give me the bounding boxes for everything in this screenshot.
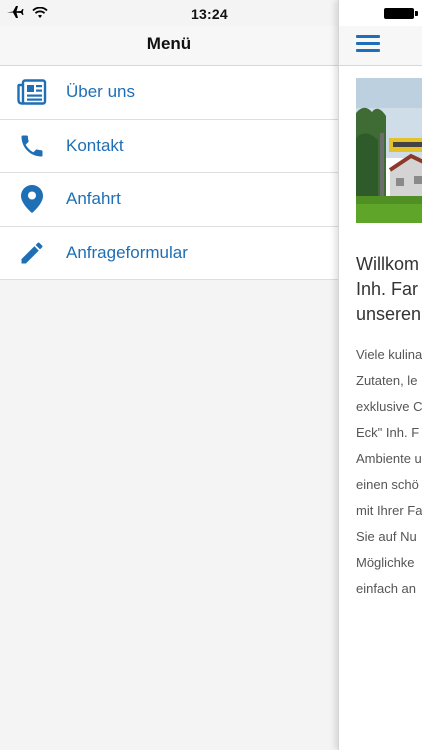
drawer-title: Menü <box>146 34 192 53</box>
menu-item-anfrageformular[interactable]: Anfrageformular <box>0 227 338 280</box>
location-pin-icon <box>16 183 48 215</box>
body-line: mit Ihrer Fa <box>356 503 422 518</box>
headline-line: Inh. Far <box>356 279 419 299</box>
body-line: einfach an <box>356 581 416 596</box>
drawer-menu: Über uns Kontakt Anfahrt Anfrageformular <box>0 66 338 280</box>
body-line: Zutaten, le <box>356 373 418 388</box>
hamburger-menu-icon[interactable] <box>356 35 380 53</box>
pencil-icon <box>16 237 48 269</box>
menu-item-label: Kontakt <box>66 135 124 155</box>
menu-item-kontakt[interactable]: Kontakt <box>0 120 338 173</box>
welcome-headline: Willkom Inh. Far unseren <box>356 252 422 327</box>
newspaper-icon <box>16 76 48 108</box>
body-line: Möglichke <box>356 555 415 570</box>
body-line: exklusive C <box>356 399 422 414</box>
airplane-icon <box>6 5 24 24</box>
menu-item-label: Über uns <box>66 82 135 102</box>
headline-line: Willkom <box>356 254 419 274</box>
headline-line: unseren <box>356 304 422 324</box>
status-time: 13:24 <box>191 6 228 22</box>
menu-item-label: Anfrageformular <box>66 242 188 262</box>
welcome-body-text: Viele kulina Zutaten, le exklusive C Eck… <box>356 342 422 602</box>
drawer-header: Menü <box>0 26 338 66</box>
menu-item-ueber-uns[interactable]: Über uns <box>0 66 338 120</box>
menu-item-anfahrt[interactable]: Anfahrt <box>0 173 338 227</box>
body-line: Eck" Inh. F <box>356 425 420 440</box>
main-content-panel[interactable]: Willkom Inh. Far unseren Viele kulina Zu… <box>338 0 422 750</box>
body-line: Ambiente u <box>356 451 422 466</box>
battery-icon <box>384 8 418 19</box>
status-bar: 13:24 <box>0 0 422 26</box>
content-header <box>339 26 422 66</box>
body-line: Sie auf Nu <box>356 529 417 544</box>
body-line: einen schö <box>356 477 419 492</box>
menu-item-label: Anfahrt <box>66 189 121 209</box>
header-photo <box>356 78 422 223</box>
body-line: Viele kulina <box>356 347 422 362</box>
wifi-icon <box>32 6 48 24</box>
status-icons <box>6 5 48 24</box>
phone-icon <box>16 130 48 162</box>
side-drawer: Menü Über uns Kontakt Anfahrt Anfragefor… <box>0 0 338 750</box>
